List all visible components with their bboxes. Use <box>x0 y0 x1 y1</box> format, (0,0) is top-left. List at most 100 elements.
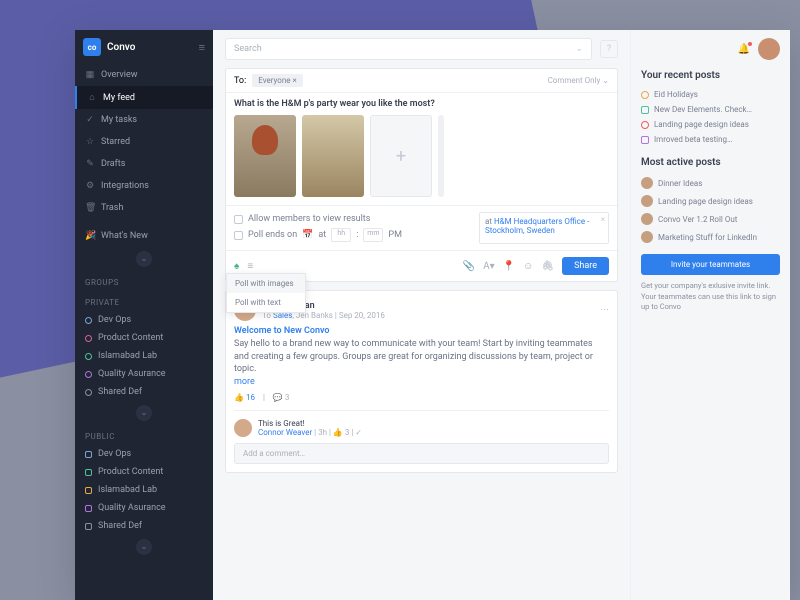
location-box[interactable]: × at H&M Headquarters Office - Stockholm… <box>479 212 609 244</box>
attach-icon[interactable]: 📎 <box>463 261 475 272</box>
user-icon <box>641 195 653 207</box>
right-top: 🔔 <box>641 38 780 60</box>
sidebar-group-item[interactable]: Quality Asurance <box>75 499 213 517</box>
collapse-button[interactable]: ⌄ <box>136 251 152 267</box>
active-post-item[interactable]: Dinner Ideas <box>641 174 780 192</box>
dropdown-item[interactable]: Poll with images <box>227 274 305 293</box>
grid-icon: ▦ <box>85 70 95 80</box>
user-avatar[interactable] <box>758 38 780 60</box>
sidebar-group-item[interactable]: Shared Def <box>75 517 213 535</box>
poll-end-row[interactable]: Poll ends on 📅 at hh: mm PM <box>234 226 471 244</box>
sort-icon[interactable]: ≡ <box>247 261 253 272</box>
clip-icon[interactable]: 🖇 <box>541 261 554 272</box>
nav-trash[interactable]: 🗑Trash <box>75 197 213 219</box>
check-icon: ✓ <box>85 115 95 125</box>
feed-post: Nina Sullivan To Sales, Jen Banks | Sep … <box>225 290 618 473</box>
nav-my-feed[interactable]: ⌂My feed <box>75 86 213 109</box>
user-icon <box>641 177 653 189</box>
recent-post-item[interactable]: Landing page design ideas <box>641 117 780 132</box>
emoji-icon[interactable]: ☺ <box>523 261 533 272</box>
location-icon[interactable]: 📍 <box>503 261 515 272</box>
composer-toolbar: ♠ ≡ 📎 A▾ 📍 ☺ 🖇 Share Poll with images Po… <box>226 250 617 281</box>
main-area: Search⌄ ? To: Everyone × Comment Only ⌄ … <box>213 30 790 600</box>
more-link[interactable]: more <box>234 377 255 387</box>
share-button[interactable]: Share <box>562 257 609 275</box>
post-body: Say hello to a brand new way to communic… <box>234 338 609 388</box>
help-icon[interactable]: ? <box>600 40 618 58</box>
minute-input[interactable]: mm <box>363 228 383 242</box>
poll-option-image[interactable] <box>234 115 296 197</box>
checkbox-icon <box>234 215 243 224</box>
avatar[interactable] <box>234 419 252 437</box>
active-post-item[interactable]: Landing page design ideas <box>641 192 780 210</box>
search-input[interactable]: Search⌄ <box>225 38 592 60</box>
post-composer: To: Everyone × Comment Only ⌄ What is th… <box>225 68 618 282</box>
sidebar: co Convo ≡ ▦Overview ⌂My feed ✓My tasks … <box>75 30 213 600</box>
private-heading: PRIVATE <box>75 291 213 311</box>
notification-icon[interactable]: 🔔 <box>738 44 750 55</box>
color-square-icon <box>85 469 92 476</box>
app-name: Convo <box>107 42 193 53</box>
add-image-button[interactable]: + <box>370 115 432 197</box>
color-dot-icon <box>85 371 92 378</box>
nav-whats-new[interactable]: 🎉What's New <box>75 225 213 247</box>
plug-icon: ⚙ <box>85 181 95 191</box>
nav-overview[interactable]: ▦Overview <box>75 64 213 86</box>
topbar: Search⌄ ? <box>225 38 618 60</box>
color-square-icon <box>85 505 92 512</box>
like-button[interactable]: 👍 16 <box>234 393 255 402</box>
reply-meta: Connor Weaver | 3h | 👍 3 | ✓ <box>258 428 609 437</box>
invite-text: Get your company's exlusive invite link.… <box>641 281 780 313</box>
sidebar-group-item[interactable]: Product Content <box>75 329 213 347</box>
sidebar-group-item[interactable]: Islamabad Lab <box>75 481 213 499</box>
poll-type-dropdown: Poll with images Poll with text <box>226 273 306 313</box>
hour-input[interactable]: hh <box>331 228 351 242</box>
calendar-icon[interactable]: 📅 <box>302 230 313 240</box>
active-post-item[interactable]: Marketing Stuff for LinkedIn <box>641 228 780 246</box>
poll-option-image[interactable] <box>302 115 364 197</box>
text-style-icon[interactable]: A▾ <box>483 261 495 272</box>
post-actions: 👍 16 | 💬 3 <box>234 393 609 402</box>
sidebar-group-item[interactable]: Islamabad Lab <box>75 347 213 365</box>
active-post-item[interactable]: Convo Ver 1.2 Roll Out <box>641 210 780 228</box>
post-reply: This is Great! Connor Weaver | 3h | 👍 3 … <box>234 410 609 437</box>
next-indicator <box>438 115 444 197</box>
poll-type-icon[interactable]: ♠ <box>234 261 239 272</box>
user-icon <box>641 213 653 225</box>
add-comment-input[interactable]: Add a comment… <box>234 443 609 464</box>
color-dot-icon <box>85 317 92 324</box>
status-icon <box>641 91 649 99</box>
comment-count[interactable]: 💬 3 <box>273 393 289 402</box>
user-icon <box>641 231 653 243</box>
nav-my-tasks[interactable]: ✓My tasks <box>75 109 213 131</box>
allow-view-results[interactable]: Allow members to view results <box>234 212 471 226</box>
invite-button[interactable]: Invite your teammates <box>641 254 780 275</box>
comment-only-toggle[interactable]: Comment Only ⌄ <box>548 76 609 85</box>
active-posts-heading: Most active posts <box>641 157 780 168</box>
app-logo: co <box>83 38 101 56</box>
color-dot-icon <box>85 389 92 396</box>
nav-drafts[interactable]: ✎Drafts <box>75 153 213 175</box>
sidebar-group-item[interactable]: Quality Asurance <box>75 365 213 383</box>
collapse-button[interactable]: ⌄ <box>136 405 152 421</box>
sidebar-group-item[interactable]: Dev Ops <box>75 311 213 329</box>
recent-post-item[interactable]: New Dev Elements. Check… <box>641 102 780 117</box>
poll-question[interactable]: What is the H&M p's party wear you like … <box>226 93 617 115</box>
center-column: Search⌄ ? To: Everyone × Comment Only ⌄ … <box>213 30 630 600</box>
recent-post-item[interactable]: Eid Holidays <box>641 87 780 102</box>
collapse-button[interactable]: ⌄ <box>136 539 152 555</box>
nav-integrations[interactable]: ⚙Integrations <box>75 175 213 197</box>
poll-options: Allow members to view results Poll ends … <box>226 205 617 250</box>
nav-starred[interactable]: ☆Starred <box>75 131 213 153</box>
more-icon[interactable]: ⋯ <box>600 305 609 315</box>
menu-icon[interactable]: ≡ <box>199 41 205 54</box>
recipient-chip[interactable]: Everyone × <box>252 74 303 87</box>
close-icon[interactable]: × <box>601 215 605 224</box>
sidebar-group-item[interactable]: Product Content <box>75 463 213 481</box>
recent-post-item[interactable]: Imroved beta testing… <box>641 132 780 147</box>
sidebar-group-item[interactable]: Shared Def <box>75 383 213 401</box>
sidebar-group-item[interactable]: Dev Ops <box>75 445 213 463</box>
trash-icon: 🗑 <box>85 203 95 213</box>
pencil-icon: ✎ <box>85 159 95 169</box>
dropdown-item[interactable]: Poll with text <box>227 293 305 312</box>
